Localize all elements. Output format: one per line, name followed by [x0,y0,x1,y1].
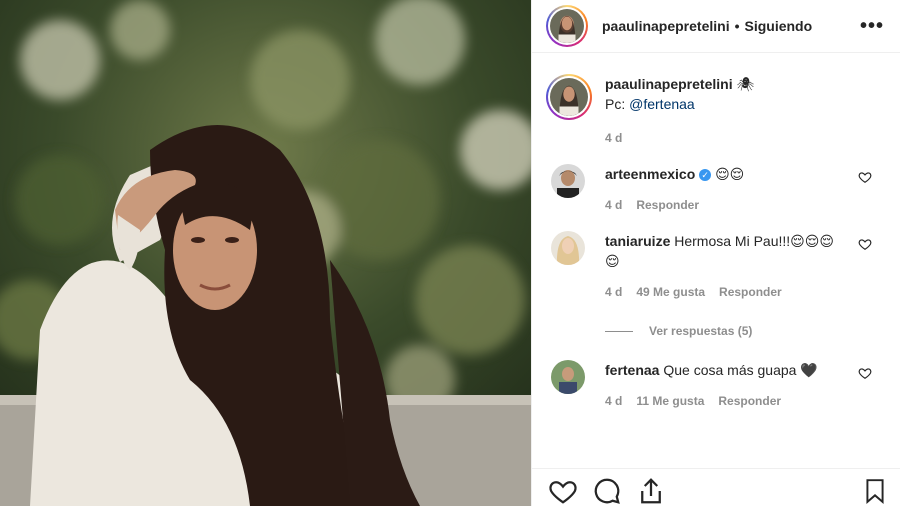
caption-avatar-ring[interactable] [546,74,592,120]
bookmark-icon[interactable] [862,476,888,506]
comment-item: arteenmexico ✓ 😌😌 4 d Responder [532,164,900,215]
more-options-button[interactable]: ••• [860,15,884,38]
avatar[interactable] [551,231,585,265]
view-replies-button[interactable]: Ver respuestas (5) [605,324,900,338]
comment-item: fertenaa Que cosa más guapa 🖤 4 d 11 Me … [532,360,900,411]
post-header: paaulinapepretelini • Siguiendo ••• [532,0,900,53]
reply-button[interactable]: Responder [636,195,699,215]
caption-username[interactable]: paaulinapepretelini [605,76,733,92]
post-actions-bar [532,468,900,506]
comment-meta: 4 d Responder [605,195,845,215]
post-image [0,0,531,506]
header-username[interactable]: paaulinapepretelini [602,18,730,34]
comment-meta: 4 d 11 Me gusta Responder [605,391,845,411]
comment-meta: 4 d 49 Me gusta Responder [605,282,845,302]
comment-body: taniaruize Hermosa Mi Pau!!!😌😌😌😌 4 d 49 … [605,231,845,302]
share-icon[interactable] [636,476,666,506]
post-side-panel: paaulinapepretelini • Siguiendo ••• paau… [531,0,900,506]
comment-username[interactable]: fertenaa [605,362,659,378]
avatar[interactable] [551,164,585,198]
comment-body: fertenaa Que cosa más guapa 🖤 4 d 11 Me … [605,360,845,411]
instagram-post-view: paaulinapepretelini • Siguiendo ••• paau… [0,0,900,506]
caption-mention-link[interactable]: @fertenaa [629,96,695,112]
comment-icon[interactable] [592,476,622,506]
caption-time[interactable]: 4 d [605,128,622,148]
caption-text: Pc: [605,96,630,112]
avatar [550,9,584,43]
comment-likes[interactable]: 11 Me gusta [636,391,704,411]
post-photo[interactable] [0,0,531,506]
comment-time[interactable]: 4 d [605,195,622,215]
comment-time[interactable]: 4 d [605,282,622,302]
avatar [550,78,588,116]
comment-likes[interactable]: 49 Me gusta [636,282,705,302]
avatar[interactable] [551,360,585,394]
comment-text: Que cosa más guapa 🖤 [663,362,818,378]
spider-icon: 🕷 [736,76,755,92]
heart-icon[interactable] [858,237,872,251]
heart-icon[interactable] [858,366,872,380]
view-replies-line [605,330,633,332]
verified-icon: ✓ [699,169,712,182]
comment-body: arteenmexico ✓ 😌😌 4 d Responder [605,164,845,215]
caption-body: paaulinapepretelini 🕷 Pc: @fertenaa 4 d [605,74,754,148]
header-avatar-ring[interactable] [546,5,588,47]
heart-icon[interactable] [548,476,578,506]
comments-list[interactable]: paaulinapepretelini 🕷 Pc: @fertenaa 4 d [532,54,900,468]
reply-button[interactable]: Responder [719,282,782,302]
comment-username[interactable]: taniaruize [605,233,670,249]
comment-text: 😌😌 [715,166,745,182]
view-replies-label: Ver respuestas (5) [649,324,753,338]
caption-meta: 4 d [605,128,754,148]
follow-status-button[interactable]: Siguiendo [745,18,813,34]
heart-icon[interactable] [858,170,872,184]
reply-button[interactable]: Responder [718,391,781,411]
comment-item: taniaruize Hermosa Mi Pau!!!😌😌😌😌 4 d 49 … [532,231,900,302]
header-separator: • [734,18,740,34]
comment-time[interactable]: 4 d [605,391,622,411]
caption: paaulinapepretelini 🕷 Pc: @fertenaa 4 d [532,54,900,148]
comment-username[interactable]: arteenmexico [605,166,695,182]
